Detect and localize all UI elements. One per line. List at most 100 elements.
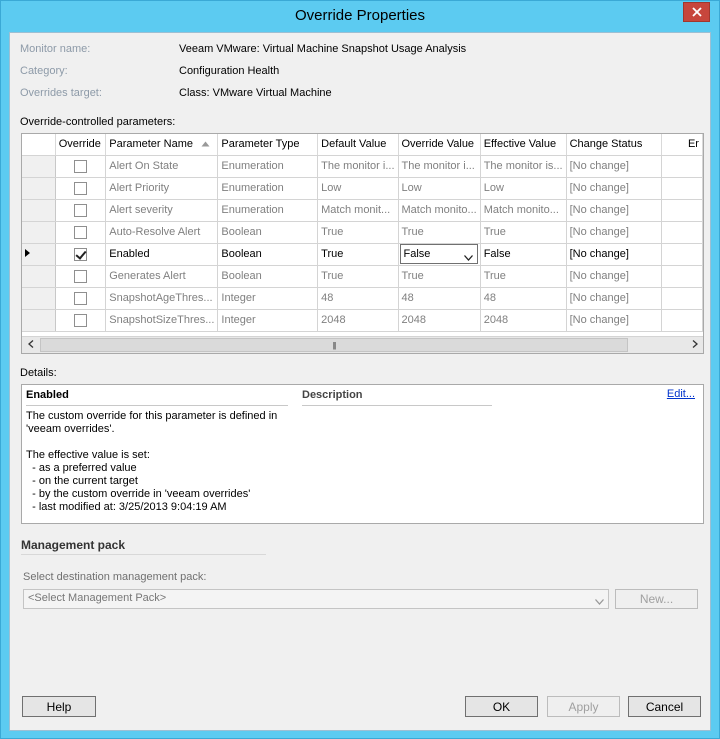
table-row[interactable]: Auto-Resolve Alert Boolean True True True [No… — [22, 221, 703, 244]
details-body: The custom override for this parameter i… — [26, 410, 278, 513]
scrollbar-thumb[interactable]: ||| — [40, 338, 628, 352]
chevron-right-icon — [692, 339, 698, 351]
change-status-cell: [No change] — [566, 155, 662, 178]
parameter-type-cell: Boolean — [217, 243, 319, 266]
table-row[interactable]: SnapshotAgeThres... Integer 48 48 48 [No chan… — [22, 287, 703, 310]
edit-link[interactable]: Edit... — [667, 388, 695, 400]
override-checkbox[interactable] — [73, 313, 87, 327]
col-parameter-type[interactable]: Parameter Type — [217, 134, 319, 156]
row-header[interactable] — [22, 309, 56, 332]
parameter-name-cell: Generates Alert — [105, 265, 219, 288]
col-enforced[interactable]: Er — [661, 134, 703, 156]
col-override[interactable]: Override — [55, 134, 107, 156]
default-value-cell: True — [317, 221, 399, 244]
row-header[interactable] — [22, 199, 56, 222]
default-value-cell: 48 — [317, 287, 399, 310]
row-header[interactable] — [22, 287, 56, 310]
parameter-name-cell: SnapshotSizeThres... — [105, 309, 219, 332]
override-checkbox[interactable] — [73, 159, 87, 173]
override-value-cell: False — [398, 243, 481, 266]
row-header[interactable] — [22, 265, 56, 288]
row-header[interactable] — [22, 155, 56, 178]
col-default-value[interactable]: Default Value — [317, 134, 399, 156]
change-status-cell: [No change] — [566, 243, 662, 266]
override-checkbox[interactable] — [73, 203, 87, 217]
new-mp-button[interactable]: New... — [615, 589, 698, 609]
chevron-down-icon — [595, 596, 604, 608]
management-pack-divider — [21, 554, 266, 555]
default-value-cell: 2048 — [317, 309, 399, 332]
table-row[interactable]: Enabled Boolean True False False [No change] — [22, 243, 703, 266]
override-checkbox[interactable] — [73, 247, 87, 261]
override-cell — [55, 199, 107, 222]
title-bar[interactable]: Override Properties — [1, 1, 719, 31]
dialog-window: Override Properties Monitor name: Veeam … — [0, 0, 720, 739]
effective-value-cell: 48 — [480, 287, 567, 310]
close-button[interactable] — [683, 2, 710, 22]
enforced-cell — [661, 177, 703, 200]
col-parameter-name[interactable]: Parameter Name — [105, 134, 219, 156]
col-effective-value[interactable]: Effective Value — [480, 134, 567, 156]
default-value-cell: Match monit... — [317, 199, 399, 222]
parameters-grid[interactable]: Override Parameter Name Parameter Type D… — [21, 133, 704, 354]
override-cell — [55, 309, 107, 332]
override-checkbox[interactable] — [73, 291, 87, 305]
parameter-name-cell: SnapshotAgeThres... — [105, 287, 219, 310]
row-header[interactable] — [22, 243, 56, 266]
override-checkbox[interactable] — [73, 269, 87, 283]
grip-icon: ||| — [332, 340, 336, 350]
override-value-dropdown[interactable]: False — [399, 244, 478, 264]
management-pack-select[interactable]: <Select Management Pack> — [23, 589, 609, 609]
ok-button[interactable]: OK — [465, 696, 538, 717]
override-checkbox[interactable] — [73, 225, 87, 239]
management-pack-title: Management pack — [21, 538, 126, 552]
enforced-cell — [661, 199, 703, 222]
override-cell — [55, 221, 107, 244]
override-cell — [55, 243, 107, 266]
parameter-name-cell: Alert severity — [105, 199, 219, 222]
overrides-target-label: Overrides target: — [20, 87, 102, 99]
change-status-cell: [No change] — [566, 309, 662, 332]
enforced-cell — [661, 155, 703, 178]
enforced-cell — [661, 265, 703, 288]
override-value-cell: True — [398, 221, 481, 244]
parameter-name-cell: Auto-Resolve Alert — [105, 221, 219, 244]
override-value-cell: 2048 — [398, 309, 481, 332]
monitor-name-label: Monitor name: — [20, 43, 91, 55]
dialog-client: Monitor name: Veeam VMware: Virtual Mach… — [9, 32, 711, 731]
scroll-left-button[interactable] — [22, 337, 39, 353]
table-row[interactable]: Generates Alert Boolean True True True [No ch… — [22, 265, 703, 288]
parameter-type-cell: Enumeration — [217, 177, 319, 200]
effective-value-cell: The monitor is... — [480, 155, 567, 178]
default-value-cell: True — [317, 243, 399, 266]
cancel-button[interactable]: Cancel — [628, 696, 701, 717]
override-checkbox[interactable] — [73, 181, 87, 195]
scroll-right-button[interactable] — [686, 337, 703, 353]
default-value-cell: True — [317, 265, 399, 288]
override-cell — [55, 177, 107, 200]
row-header[interactable] — [22, 177, 56, 200]
horizontal-scrollbar[interactable]: ||| — [22, 336, 703, 353]
chevron-left-icon — [27, 339, 34, 351]
help-button[interactable]: Help — [22, 696, 96, 717]
col-override-value[interactable]: Override Value — [398, 134, 481, 156]
enforced-cell — [661, 309, 703, 332]
close-icon — [691, 7, 702, 17]
apply-button[interactable]: Apply — [547, 696, 620, 717]
category-label: Category: — [20, 65, 68, 77]
override-params-label: Override-controlled parameters: — [20, 116, 176, 128]
effective-value-cell: Low — [480, 177, 567, 200]
sort-ascending-icon — [201, 138, 210, 150]
col-change-status[interactable]: Change Status — [566, 134, 662, 156]
row-header[interactable] — [22, 221, 56, 244]
details-title-divider — [26, 405, 288, 406]
table-row[interactable]: Alert On State Enumeration The monitor i..… — [22, 155, 703, 178]
table-row[interactable]: Alert Priority Enumeration Low Low Low [No ch… — [22, 177, 703, 200]
current-row-pointer-icon — [25, 249, 30, 257]
effective-value-cell: 2048 — [480, 309, 567, 332]
enforced-cell — [661, 243, 703, 266]
override-cell — [55, 287, 107, 310]
table-row[interactable]: Alert severity Enumeration Match monit... M… — [22, 199, 703, 222]
table-row[interactable]: SnapshotSizeThres... Integer 2048 2048 2048[… — [22, 309, 703, 332]
default-value-cell: Low — [317, 177, 399, 200]
